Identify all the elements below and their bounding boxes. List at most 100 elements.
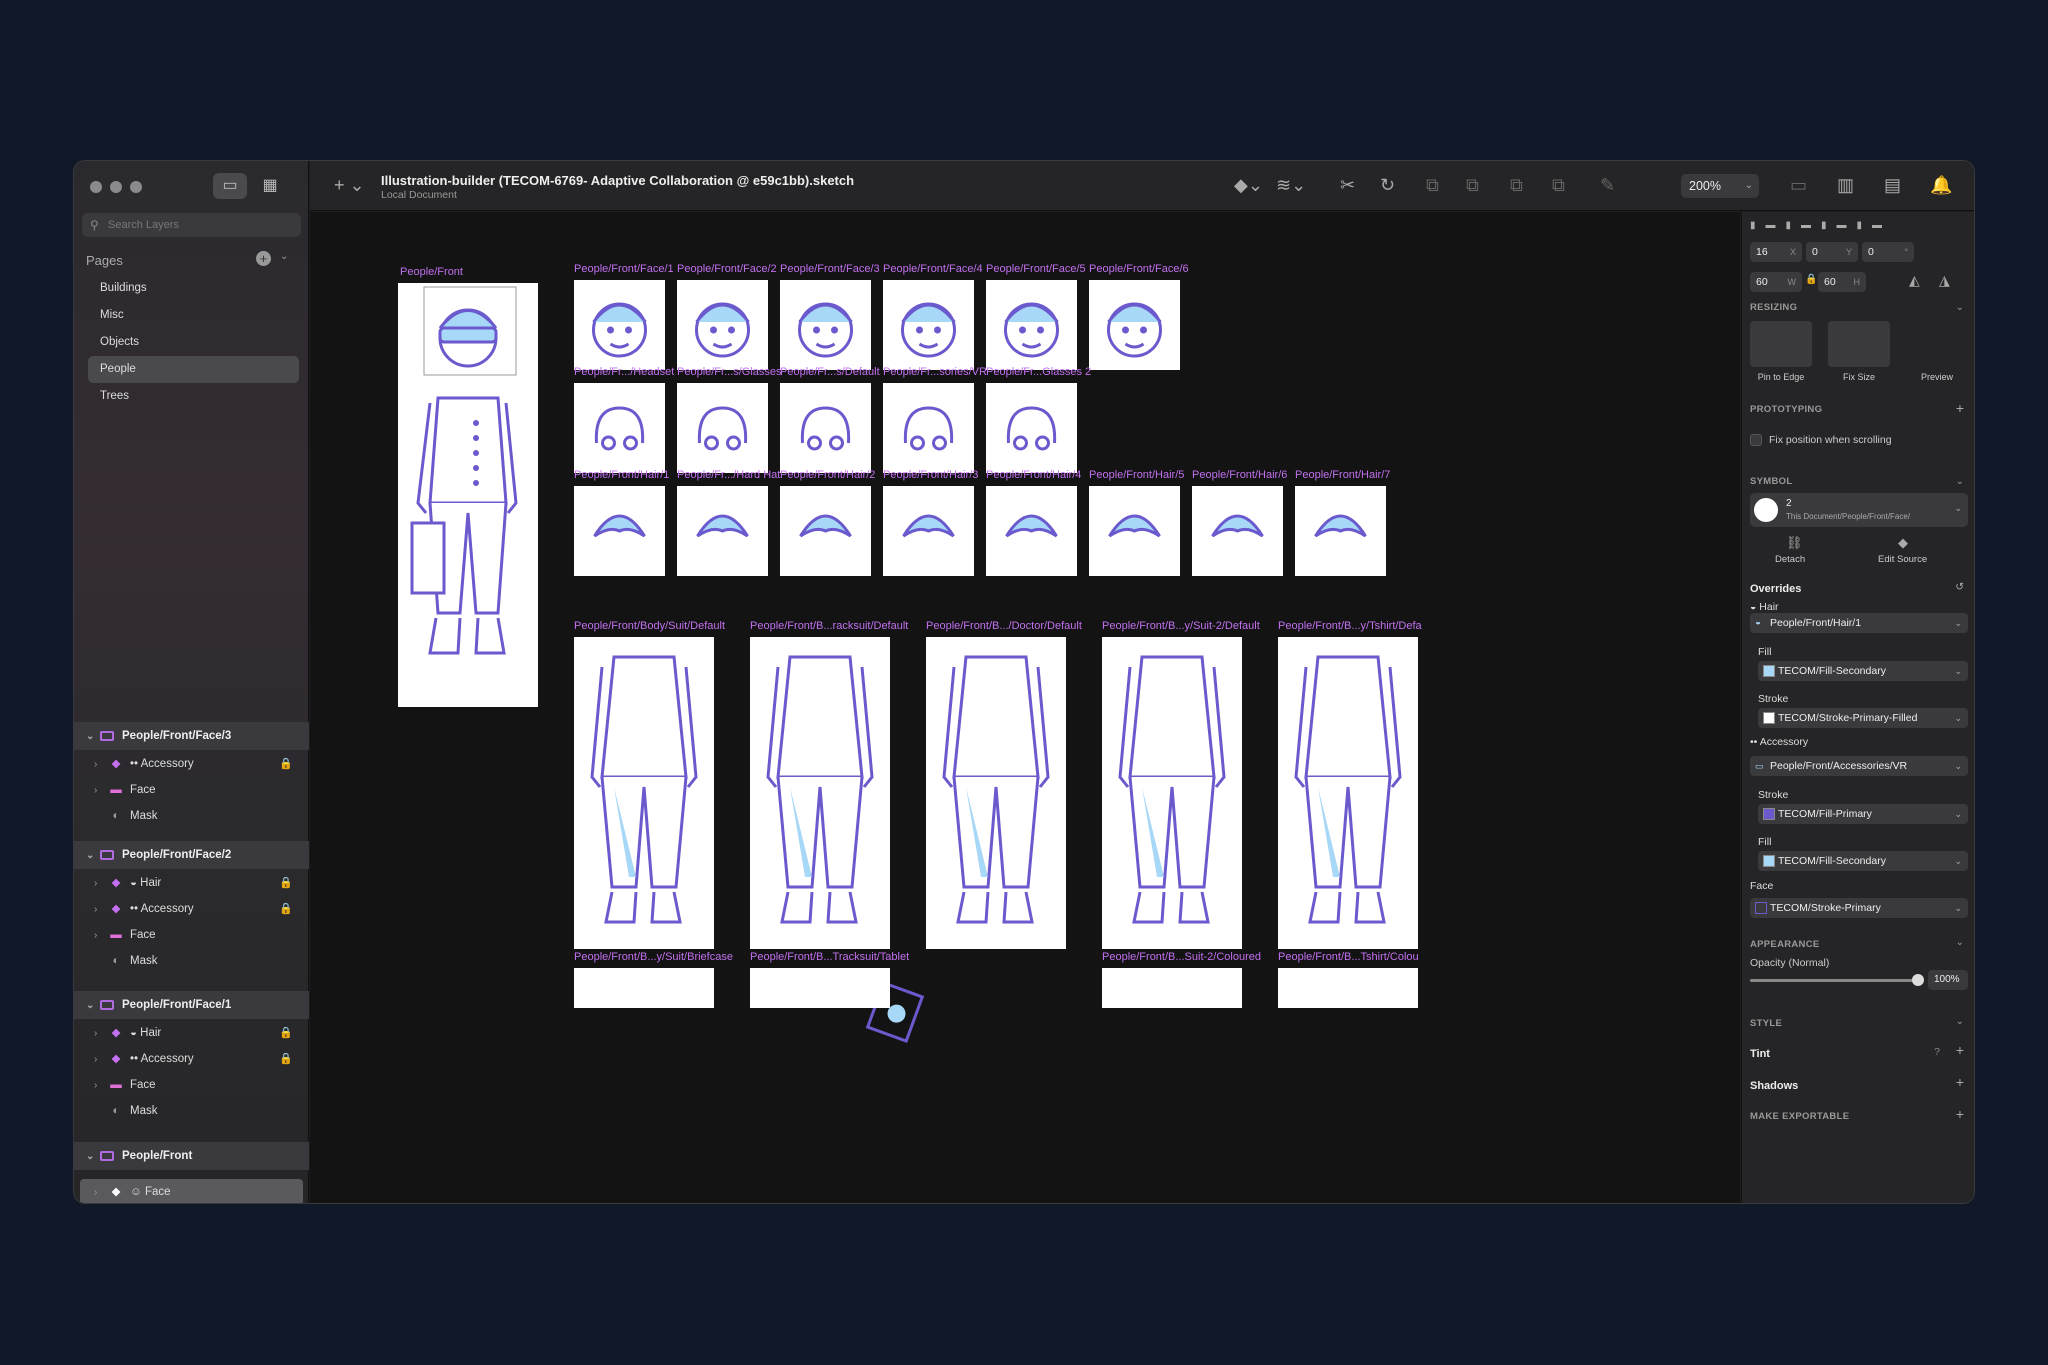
layers-view-icon[interactable]: ▭	[213, 173, 247, 199]
layer-row[interactable]: ◐ Mask	[74, 803, 309, 829]
artboard-body[interactable]	[574, 637, 714, 949]
layer-row[interactable]: › ◆ •• Accessory 🔒	[74, 896, 309, 922]
flip-vertical-icon[interactable]: ◮	[1939, 272, 1950, 289]
artboard-face[interactable]	[1089, 280, 1180, 370]
insert-icon[interactable]: + ⌄	[334, 175, 365, 196]
x-field[interactable]: 16 X	[1750, 242, 1802, 262]
artboard-label[interactable]: People/Fr...s/Glasses	[677, 366, 782, 378]
height-field[interactable]: 60 H	[1818, 272, 1866, 292]
chevron-down-icon[interactable]: ⌄	[1956, 1016, 1964, 1027]
artboard-body[interactable]	[1278, 968, 1418, 1008]
artboard-label[interactable]: People/Front	[400, 266, 463, 278]
width-field[interactable]: 60 W	[1750, 272, 1802, 292]
layer-row[interactable]: › ◆ ◒ Hair 🔒	[74, 1020, 309, 1046]
detach-icon[interactable]: ⛓	[1786, 535, 1803, 551]
layer-row[interactable]: › ◆ ☺ Face	[80, 1179, 303, 1203]
intersect-icon[interactable]: ⧉	[1510, 175, 1523, 196]
lock-icon[interactable]: 🔒	[279, 751, 293, 777]
chevron-down-icon[interactable]: ⌄	[1956, 302, 1964, 313]
lock-icon[interactable]: 🔒	[279, 1020, 293, 1046]
artboard-label[interactable]: People/Front/Hair/6	[1192, 469, 1287, 481]
artboard-hair[interactable]	[574, 486, 665, 576]
stroke-select[interactable]: TECOM/Stroke-Primary-Filled ⌄	[1758, 708, 1968, 728]
artboard-label[interactable]: People/Front/Hair/7	[1295, 469, 1390, 481]
artboard-body[interactable]	[1102, 637, 1242, 949]
layer-row[interactable]: › ▬ Face	[74, 777, 309, 803]
difference-icon[interactable]: ⧉	[1552, 175, 1565, 196]
artboard-label[interactable]: People/Fr...Glasses 2	[986, 366, 1091, 378]
artboard-accessory[interactable]	[780, 383, 871, 473]
layer-group[interactable]: ⌄ People/Front/Face/3	[74, 722, 309, 750]
bell-icon[interactable]: 🔔	[1930, 175, 1952, 196]
artboard-label[interactable]: People/Front/Face/5	[986, 263, 1086, 275]
artboard-body[interactable]	[574, 968, 714, 1008]
artboard-label[interactable]: People/Front/B...y/Suit/Briefcase	[574, 951, 733, 963]
artboard-label[interactable]: People/Front/Hair/1	[574, 469, 669, 481]
add-icon[interactable]: +	[1956, 1042, 1964, 1058]
artboard-label[interactable]: People/Fr...s/Default	[780, 366, 880, 378]
artboard-body[interactable]	[750, 637, 890, 949]
artboard-label[interactable]: People/Front/Hair/4	[986, 469, 1081, 481]
artboard-accessory[interactable]	[986, 383, 1077, 473]
artboard-body[interactable]	[1278, 637, 1418, 949]
artboard-label[interactable]: People/Front/B...racksuit/Default	[750, 620, 908, 632]
fix-position-checkbox[interactable]	[1750, 434, 1762, 446]
page-item-trees[interactable]: Trees	[88, 383, 299, 410]
minimize-button[interactable]	[110, 181, 122, 193]
sidebar-toggle-icon[interactable]: ▥	[1837, 175, 1854, 196]
fill-select[interactable]: TECOM/Fill-Secondary ⌄	[1758, 851, 1968, 871]
layer-row[interactable]: › ▬ Face	[74, 922, 309, 948]
stroke-select[interactable]: TECOM/Fill-Primary ⌄	[1758, 804, 1968, 824]
artboard-hair[interactable]	[1089, 486, 1180, 576]
add-icon[interactable]: +	[1956, 1106, 1964, 1122]
fill-select[interactable]: TECOM/Fill-Secondary ⌄	[1758, 661, 1968, 681]
artboard-label[interactable]: People/Front/Hair/3	[883, 469, 978, 481]
artboard-face[interactable]	[677, 280, 768, 370]
page-item-objects[interactable]: Objects	[88, 329, 299, 356]
opacity-field[interactable]: 100%	[1928, 970, 1968, 990]
artboard-hair[interactable]	[1295, 486, 1386, 576]
add-icon[interactable]: +	[1956, 400, 1964, 416]
artboard-accessory[interactable]	[677, 383, 768, 473]
artboard-label[interactable]: People/Front/B...Suit-2/Coloured	[1102, 951, 1261, 963]
y-field[interactable]: 0Y	[1806, 242, 1858, 262]
artboard-face[interactable]	[574, 280, 665, 370]
create-symbol-icon[interactable]: ◆⌄	[1234, 175, 1263, 196]
edit-icon[interactable]: ✎	[1600, 175, 1615, 196]
artboard-label[interactable]: People/Front/Body/Suit/Default	[574, 620, 725, 632]
artboard-label[interactable]: People/Front/Hair/5	[1089, 469, 1184, 481]
fix-size-control[interactable]	[1828, 321, 1890, 367]
artboard-label[interactable]: People/Front/Hair/2	[780, 469, 875, 481]
close-button[interactable]	[90, 181, 102, 193]
artboard-label[interactable]: People/Fr.../Headset	[574, 366, 674, 378]
detach-label[interactable]: Detach	[1775, 554, 1805, 565]
artboard-accessory[interactable]	[883, 383, 974, 473]
canvas[interactable]: People/Front People/Front/Face/1 People/F…	[310, 212, 1740, 1203]
layer-row[interactable]: ◐ Mask	[74, 1098, 309, 1124]
zoom-select[interactable]: 200% ⌄	[1681, 174, 1759, 198]
artboard-hair[interactable]	[986, 486, 1077, 576]
artboard-face[interactable]	[883, 280, 974, 370]
rotate-icon[interactable]: ↻	[1380, 175, 1395, 196]
zoom-button[interactable]	[130, 181, 142, 193]
union-icon[interactable]: ⧉	[1426, 175, 1439, 196]
layer-group[interactable]: ⌄ People/Front/Face/1	[74, 991, 309, 1019]
add-icon[interactable]: +	[1956, 1074, 1964, 1090]
artboard-label[interactable]: People/Front/Face/1	[574, 263, 674, 275]
hair-select[interactable]: ◒ People/Front/Hair/1 ⌄	[1750, 613, 1968, 633]
artboard-body[interactable]	[926, 637, 1066, 949]
lock-icon[interactable]: 🔒	[1805, 274, 1817, 285]
artboard-label[interactable]: People/Fr...sories/VR	[883, 366, 987, 378]
artboard-face[interactable]	[780, 280, 871, 370]
artboard-hair[interactable]	[780, 486, 871, 576]
reset-icon[interactable]: ↺	[1955, 581, 1964, 593]
artboard-hair[interactable]	[1192, 486, 1283, 576]
opacity-slider[interactable]	[1750, 979, 1918, 982]
layer-row[interactable]: › ◆ ◒ Hair 🔒	[74, 870, 309, 896]
artboard-people-front[interactable]	[398, 283, 538, 707]
page-item-buildings[interactable]: Buildings	[88, 275, 299, 302]
artboard-body[interactable]	[750, 968, 890, 1008]
artboard-label[interactable]: People/Front/B...Tracksuit/Tablet	[750, 951, 909, 963]
lock-icon[interactable]: 🔒	[279, 870, 293, 896]
view-icon[interactable]: ▭	[1790, 175, 1807, 196]
